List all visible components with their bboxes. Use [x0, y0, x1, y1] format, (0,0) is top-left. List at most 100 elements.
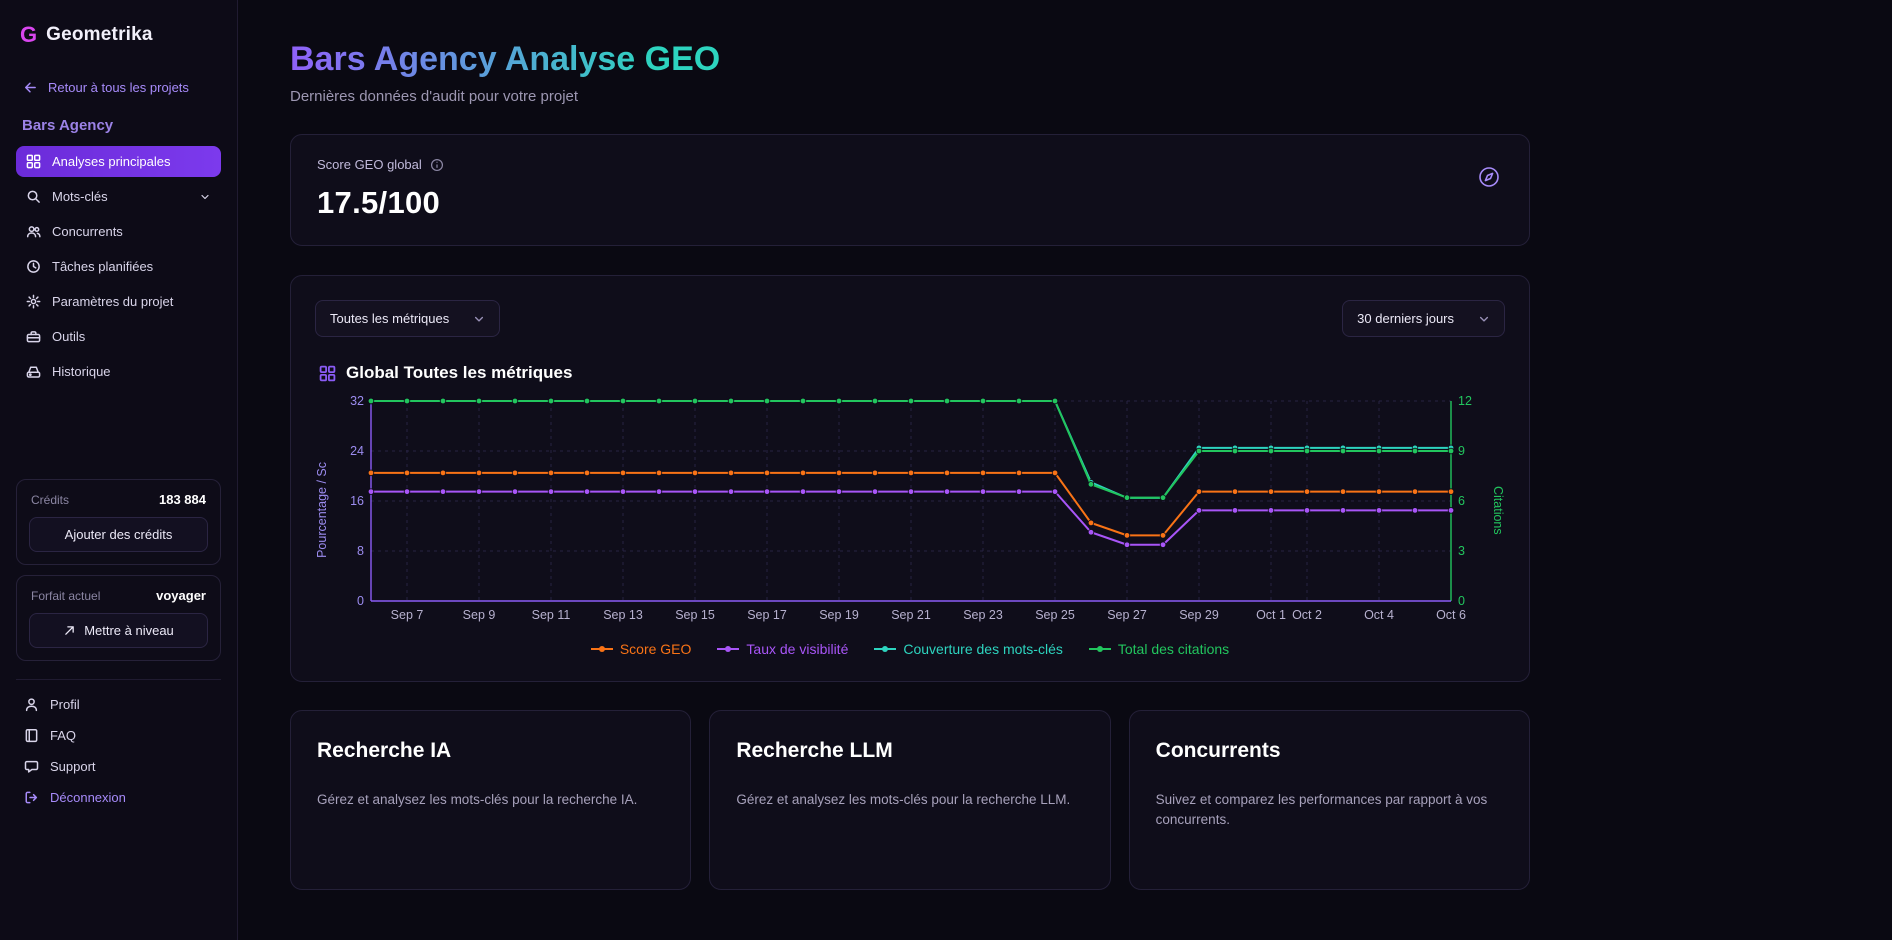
- card-description: Suivez et comparez les performances par …: [1156, 790, 1503, 829]
- bottom-link-label: Support: [50, 759, 96, 774]
- geo-score-card: Score GEO global 17.5/100: [290, 134, 1530, 246]
- card-title: Recherche IA: [317, 739, 664, 763]
- geo-score-value: 17.5/100: [317, 185, 444, 221]
- svg-text:Sep 29: Sep 29: [1179, 608, 1219, 622]
- search-icon: [26, 189, 41, 204]
- sidebar-item-label: Historique: [52, 364, 111, 379]
- sidebar-item-concurrents[interactable]: Concurrents: [16, 216, 221, 247]
- svg-text:Oct 4: Oct 4: [1364, 608, 1394, 622]
- page-subtitle: Dernières données d'audit pour votre pro…: [290, 88, 1530, 105]
- sidebar-item-label: Tâches planifiées: [52, 259, 153, 274]
- bottom-link-label: Déconnexion: [50, 790, 126, 805]
- legend-marker-icon: [874, 644, 896, 654]
- sidebar-item-analyses-principales[interactable]: Analyses principales: [16, 146, 221, 177]
- chat-icon: [24, 759, 39, 774]
- chevron-down-icon: [1478, 313, 1490, 325]
- sidebar-item-mots-cles[interactable]: Mots-clés: [16, 181, 221, 212]
- sidebar-item-label: Paramètres du projet: [52, 294, 173, 309]
- chart-svg: Sep 7Sep 9Sep 11Sep 13Sep 15Sep 17Sep 19…: [337, 391, 1483, 629]
- legend-label: Total des citations: [1118, 641, 1229, 657]
- book-icon: [24, 728, 39, 743]
- bottom-link-label: FAQ: [50, 728, 76, 743]
- gear-icon: [26, 294, 41, 309]
- sidebar-item-deconnexion[interactable]: Déconnexion: [16, 783, 221, 812]
- sidebar-item-taches-planifiees[interactable]: Tâches planifiées: [16, 251, 221, 282]
- legend-item[interactable]: Score GEO: [591, 641, 692, 657]
- legend-label: Score GEO: [620, 641, 692, 657]
- svg-text:Oct 2: Oct 2: [1292, 608, 1322, 622]
- left-axis-label: Pourcentage / Sc: [315, 462, 337, 558]
- sidebar-item-historique[interactable]: Historique: [16, 356, 221, 387]
- sidebar-item-faq[interactable]: FAQ: [16, 721, 221, 750]
- toolbox-icon: [26, 329, 41, 344]
- svg-text:Sep 9: Sep 9: [463, 608, 496, 622]
- sidebar: G Geometrika Retour à tous les projets B…: [0, 0, 238, 940]
- app-logo: G Geometrika: [16, 18, 221, 74]
- svg-text:Sep 21: Sep 21: [891, 608, 931, 622]
- history-icon: [26, 364, 41, 379]
- card-title: Recherche LLM: [736, 739, 1083, 763]
- users-icon: [26, 224, 41, 239]
- sidebar-footer-links: Profil FAQ Support Déconnexion: [16, 679, 221, 812]
- back-link-label: Retour à tous les projets: [48, 80, 189, 95]
- sidebar-item-outils[interactable]: Outils: [16, 321, 221, 352]
- svg-text:24: 24: [350, 444, 364, 458]
- legend-label: Taux de visibilité: [746, 641, 848, 657]
- svg-text:3: 3: [1458, 544, 1465, 558]
- legend-label: Couverture des mots-clés: [903, 641, 1063, 657]
- card-description: Gérez et analysez les mots-clés pour la …: [736, 790, 1083, 810]
- credits-panel: Crédits 183 884 Ajouter des crédits: [16, 479, 221, 565]
- card-recherche-ia: Recherche IA Gérez et analysez les mots-…: [290, 710, 691, 890]
- compass-button[interactable]: [1475, 163, 1503, 194]
- sidebar-item-label: Mots-clés: [52, 189, 108, 204]
- chart-section-title: Global Toutes les métriques: [346, 363, 572, 383]
- main-content: Bars Agency Analyse GEO Dernières donnée…: [238, 0, 1892, 940]
- legend-marker-icon: [591, 644, 613, 654]
- svg-text:9: 9: [1458, 444, 1465, 458]
- svg-text:Sep 25: Sep 25: [1035, 608, 1075, 622]
- back-arrow-icon: [22, 80, 37, 95]
- upgrade-button[interactable]: Mettre à niveau: [29, 613, 208, 648]
- right-axis-label: Citations: [1483, 486, 1505, 535]
- svg-text:0: 0: [1458, 594, 1465, 608]
- svg-text:Sep 23: Sep 23: [963, 608, 1003, 622]
- legend-item[interactable]: Total des citations: [1089, 641, 1229, 657]
- sidebar-nav: Analyses principales Mots-clés Concurren…: [16, 146, 221, 387]
- sidebar-item-support[interactable]: Support: [16, 752, 221, 781]
- legend-item[interactable]: Couverture des mots-clés: [874, 641, 1063, 657]
- card-recherche-llm: Recherche LLM Gérez et analysez les mots…: [709, 710, 1110, 890]
- date-range-value: 30 derniers jours: [1357, 311, 1454, 326]
- plan-value: voyager: [156, 588, 206, 603]
- grid-icon: [26, 154, 41, 169]
- legend-item[interactable]: Taux de visibilité: [717, 641, 848, 657]
- metric-select[interactable]: Toutes les métriques: [315, 300, 500, 337]
- back-to-projects-link[interactable]: Retour à tous les projets: [16, 74, 221, 95]
- plan-label: Forfait actuel: [31, 589, 100, 603]
- svg-text:32: 32: [350, 394, 364, 408]
- svg-text:Oct 1: Oct 1: [1256, 608, 1286, 622]
- logo-icon: G: [20, 22, 37, 48]
- info-icon[interactable]: [430, 158, 444, 172]
- svg-text:Sep 19: Sep 19: [819, 608, 859, 622]
- svg-text:16: 16: [350, 494, 364, 508]
- svg-text:Sep 17: Sep 17: [747, 608, 787, 622]
- svg-text:Sep 7: Sep 7: [391, 608, 424, 622]
- chevron-down-icon: [473, 313, 485, 325]
- credits-label: Crédits: [31, 493, 69, 507]
- svg-text:6: 6: [1458, 494, 1465, 508]
- sidebar-item-profil[interactable]: Profil: [16, 690, 221, 719]
- metrics-chart: Pourcentage / Sc Sep 7Sep 9Sep 11Sep 13S…: [315, 391, 1505, 629]
- svg-text:12: 12: [1458, 394, 1472, 408]
- app-name: Geometrika: [46, 24, 153, 46]
- add-credits-button[interactable]: Ajouter des crédits: [29, 517, 208, 552]
- sidebar-item-parametres-du-projet[interactable]: Paramètres du projet: [16, 286, 221, 317]
- feature-cards-row: Recherche IA Gérez et analysez les mots-…: [290, 710, 1530, 890]
- geo-score-label: Score GEO global: [317, 157, 422, 172]
- svg-text:Sep 11: Sep 11: [532, 608, 571, 622]
- legend-marker-icon: [1089, 644, 1111, 654]
- card-description: Gérez et analysez les mots-clés pour la …: [317, 790, 664, 810]
- svg-text:0: 0: [357, 594, 364, 608]
- date-range-select[interactable]: 30 derniers jours: [1342, 300, 1505, 337]
- legend-marker-icon: [717, 644, 739, 654]
- svg-text:8: 8: [357, 544, 364, 558]
